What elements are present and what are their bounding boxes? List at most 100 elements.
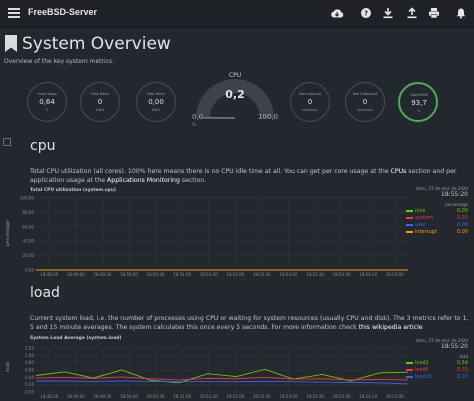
- cpu-gauge[interactable]: CPU 0,2 0,0 100,0 %: [190, 70, 280, 128]
- legend-item-system[interactable]: system 0,10: [404, 215, 468, 222]
- cpu-chart-ylabel: percentage: [6, 220, 11, 246]
- gauge-label: Net Outbound: [352, 92, 378, 96]
- toolbar-button[interactable]: [3, 138, 11, 146]
- x-tick-label: 18:52:30: [253, 394, 271, 399]
- x-tick-label: 18:51:30: [200, 272, 218, 277]
- page-subtitle: Overview of the key system metrics.: [4, 58, 114, 65]
- y-tick-label: 20,00: [23, 253, 35, 258]
- gauge-net-inbound[interactable]: Net Inbound 0 kilobits/s: [290, 82, 330, 122]
- x-tick-label: 18:55:00: [386, 272, 404, 277]
- cpu-chart[interactable]: 100,00 80,00 60,00 40,00 20,00 0,00 18:48:30 18…: [14, 192, 416, 282]
- cpu-gauge-value: 0,2: [225, 88, 245, 101]
- server-name-link[interactable]: FreeBSD-Server: [28, 7, 97, 17]
- y-tick-label: 0,60: [25, 368, 34, 373]
- gauge-value: 0,64: [39, 98, 55, 106]
- wikipedia-link[interactable]: this wikipedia article: [359, 324, 423, 331]
- gauge-value: 0: [97, 98, 103, 106]
- gauge-unit: KiB/s: [95, 108, 105, 112]
- x-tick-label: 18:55:00: [386, 394, 404, 399]
- gauge-label: Used Swap: [37, 92, 57, 96]
- x-tick-label: 18:54:00: [333, 272, 351, 277]
- x-tick-label: 18:54:30: [359, 394, 377, 399]
- section-desc-load: Current system load, i.e. the number of …: [30, 315, 469, 331]
- load-chart-legend: dom., 17 de mar. de 2020 18:55:20 load l…: [404, 338, 468, 381]
- legend-item-load15[interactable]: load15 0,22: [404, 374, 468, 381]
- x-tick-label: 18:48:30: [40, 394, 58, 399]
- left-toolbar: [0, 138, 16, 146]
- x-tick-label: 18:49:00: [67, 272, 85, 277]
- y-tick-label: 40,00: [23, 239, 35, 244]
- hamburger-menu-icon[interactable]: [8, 8, 20, 18]
- print-icon[interactable]: [428, 7, 440, 19]
- gauge-label: Used RAM: [410, 93, 428, 97]
- legend-item-load1[interactable]: load1 0,54: [404, 360, 468, 367]
- y-tick-label: 60,00: [23, 224, 35, 229]
- gauge-unit: kilobits/s: [302, 108, 318, 112]
- cpu-chart-legend: dom., 17 de mar. de 2020 18:55:20 percen…: [404, 186, 468, 236]
- cpu-gauge-label: CPU: [228, 72, 242, 79]
- cloud-icon[interactable]: [330, 7, 344, 19]
- series-line-load1: [35, 368, 409, 384]
- x-tick-label: 18:49:30: [93, 394, 111, 399]
- x-tick-label: 18:50:00: [120, 394, 138, 399]
- applications-monitoring-link[interactable]: Applications Monitoring: [107, 177, 180, 184]
- x-tick-label: 18:53:30: [306, 272, 324, 277]
- y-tick-label: 100,00: [20, 196, 34, 201]
- help-icon[interactable]: ?: [360, 7, 372, 19]
- gauge-unit: KiB/s: [151, 108, 161, 112]
- cpus-link[interactable]: CPUs: [391, 168, 407, 175]
- x-tick-label: 18:54:00: [333, 394, 351, 399]
- y-tick-label: 0,40: [25, 375, 34, 380]
- section-title-cpu: cpu: [30, 138, 56, 154]
- x-tick-label: 18:51:00: [173, 272, 191, 277]
- upload-icon[interactable]: [406, 7, 418, 19]
- bell-icon[interactable]: [455, 7, 467, 19]
- cpu-gauge-max: 100,0: [257, 113, 278, 121]
- gauge-used-swap[interactable]: Used Swap 0,64 %: [27, 82, 67, 122]
- y-tick-label: 0,80: [25, 360, 34, 365]
- legend-item-interrupt[interactable]: interrupt 0,00: [404, 229, 468, 236]
- legend-time: 18:55:20: [441, 191, 468, 198]
- legend-item-user[interactable]: user 0,00: [404, 222, 468, 229]
- legend-item-nice[interactable]: nice 0,00: [404, 208, 468, 215]
- download-icon[interactable]: [382, 7, 394, 19]
- gauge-unit: kilobits/s: [357, 108, 373, 112]
- gauge-label: Disk Read: [91, 92, 109, 96]
- bookmark-icon: [5, 35, 17, 52]
- x-tick-label: 18:51:00: [173, 394, 191, 399]
- gauge-label: Disk Write: [147, 92, 165, 96]
- x-tick-label: 18:53:00: [279, 394, 297, 399]
- gauge-value: 93,7: [411, 99, 427, 107]
- gauge-disk-write[interactable]: Disk Write 0,00 KiB/s: [136, 82, 176, 122]
- legend-time: 18:55:20: [441, 343, 468, 350]
- gauge-value: 0,00: [148, 98, 164, 106]
- x-tick-label: 18:53:00: [279, 272, 297, 277]
- gauge-disk-read[interactable]: Disk Read 0 KiB/s: [80, 82, 120, 122]
- x-tick-label: 18:53:30: [306, 394, 324, 399]
- section-title-load: load: [30, 285, 60, 301]
- load-chart[interactable]: 1,20 1,00 0,80 0,60 0,40 0,20 0,00 18:48:30 18:4…: [14, 340, 416, 400]
- series-line-load15: [36, 380, 409, 385]
- cpu-gauge-unit: %: [192, 122, 196, 127]
- x-tick-label: 18:49:00: [67, 394, 85, 399]
- x-tick-label: 18:49:30: [93, 272, 111, 277]
- y-tick-label: 1,20: [25, 346, 34, 351]
- legend-item-load5[interactable]: load5 0,33: [404, 367, 468, 374]
- gauge-used-ram[interactable]: Used RAM 93,7 %: [398, 82, 438, 122]
- x-tick-label: 18:54:30: [359, 272, 377, 277]
- cpu-gauge-min: 0,0: [192, 113, 204, 121]
- section-desc-cpu: Total CPU utilization (all cores). 100% …: [30, 168, 457, 184]
- x-tick-label: 18:51:30: [200, 394, 218, 399]
- gauge-unit: %: [45, 108, 49, 112]
- x-tick-label: 18:50:30: [147, 394, 165, 399]
- x-tick-label: 18:52:30: [253, 272, 271, 277]
- x-tick-label: 18:50:30: [147, 272, 165, 277]
- x-tick-label: 18:50:00: [120, 272, 138, 277]
- gauge-net-outbound[interactable]: Net Outbound 0 kilobits/s: [345, 82, 385, 122]
- gauge-value: 0: [307, 98, 313, 106]
- y-tick-label: 80,00: [23, 210, 35, 215]
- gauge-value: 0: [362, 98, 368, 106]
- gauge-label: Net Inbound: [299, 92, 321, 96]
- page-title: System Overview: [22, 34, 171, 54]
- x-tick-label: 18:52:00: [226, 394, 244, 399]
